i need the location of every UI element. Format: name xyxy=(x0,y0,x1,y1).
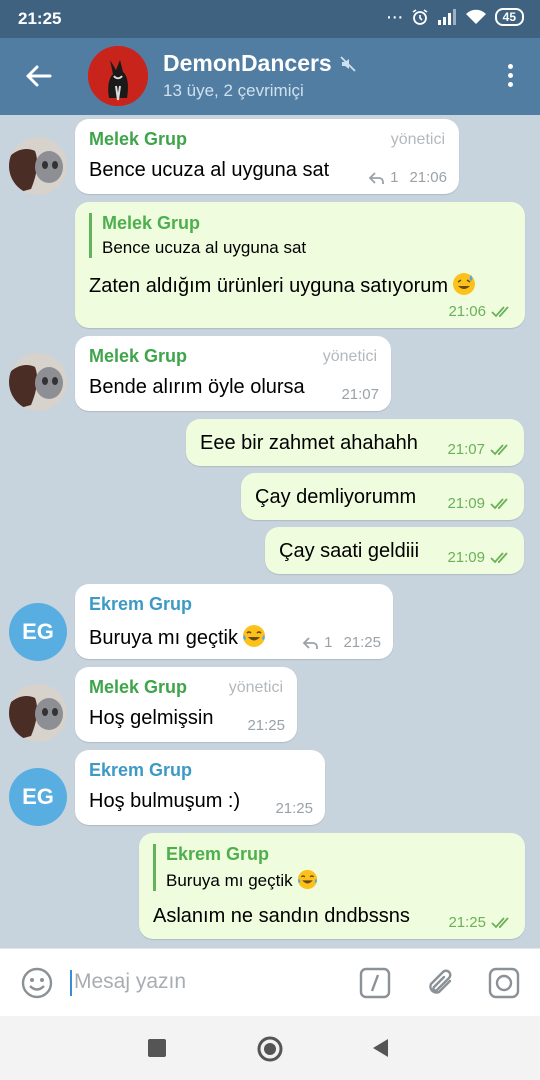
group-subtitle: 13 üye, 2 çevrimiçi xyxy=(163,81,304,100)
message-text: Eee bir zahmet ahahahh xyxy=(200,432,418,454)
message-text: Zaten aldığım ürünleri uyguna satıyorum xyxy=(89,272,476,298)
quote-text: Buruya mı geçtik xyxy=(166,869,318,891)
message-meta: 21:09 xyxy=(447,495,512,512)
admin-badge: yönetici xyxy=(322,348,377,365)
message-bubble[interactable]: Ekrem Grup Hoş bulmuşum :) 21:25 xyxy=(75,750,325,825)
message-meta: 21:09 xyxy=(447,549,512,566)
reply-count: 1 xyxy=(324,634,333,651)
avatar-melek[interactable] xyxy=(9,137,67,195)
message-bubble[interactable]: Melek Grup yönetici Hoş gelmişsin 21:25 xyxy=(75,667,297,742)
message-text: Bence ucuza al uyguna sat xyxy=(89,159,330,181)
text-cursor xyxy=(70,970,72,996)
message-text: Çay demliyorumm xyxy=(255,486,417,508)
sender-name[interactable]: Ekrem Grup xyxy=(89,760,192,781)
message-text: Çay saati geldiii xyxy=(279,540,420,562)
message-bubble-out[interactable]: Ekrem Grup Buruya mı geçtik Aslanım ne s… xyxy=(139,833,525,939)
recent-apps-icon[interactable] xyxy=(148,1039,166,1057)
sender-name[interactable]: Melek Grup xyxy=(89,346,187,367)
message-bubble-out[interactable]: Çay saati geldiii 21:09 xyxy=(265,527,524,574)
message-bubble[interactable]: Melek Grup yönetici Bende alırım öyle ol… xyxy=(75,336,391,411)
message-bubble-out[interactable]: Melek Grup Bence ucuza al uyguna sat Zat… xyxy=(75,202,525,328)
back-arrow-icon[interactable] xyxy=(22,60,54,92)
message-meta: 21:25 xyxy=(448,914,513,931)
chat-area[interactable]: Melek Grup yönetici Bence ucuza al uygun… xyxy=(0,115,540,948)
admin-badge: yönetici xyxy=(228,679,283,696)
sender-name[interactable]: Ekrem Grup xyxy=(89,594,192,615)
message-time: 21:06 xyxy=(448,303,486,320)
message-time: 21:25 xyxy=(247,717,285,734)
home-icon[interactable] xyxy=(257,1036,283,1062)
reply-count: 1 xyxy=(390,169,399,186)
message-bubble[interactable]: Melek Grup yönetici Bence ucuza al uygun… xyxy=(75,119,459,194)
message-text: Hoş bulmuşum :) xyxy=(89,790,241,812)
sender-name[interactable]: Melek Grup xyxy=(89,129,187,150)
message-text: Aslanım ne sandın dndbssns xyxy=(153,905,410,927)
group-avatar[interactable] xyxy=(88,46,148,106)
message-bubble[interactable]: Ekrem Grup Buruya mı geçtik 1 21:25 xyxy=(75,584,393,659)
quote-text: Bence ucuza al uyguna sat xyxy=(102,238,307,257)
chat-header: DemonDancers 13 üye, 2 çevrimiçi xyxy=(0,38,540,115)
message-time: 21:07 xyxy=(447,441,485,458)
avatar-melek[interactable] xyxy=(9,684,67,742)
bot-command-icon[interactable] xyxy=(359,967,391,999)
wifi-icon xyxy=(465,9,486,24)
message-text: Bende alırım öyle olursa xyxy=(89,376,305,398)
message-meta: 1 21:06 xyxy=(368,169,447,186)
reply-icon xyxy=(368,171,385,184)
read-checkmarks-icon xyxy=(490,497,508,509)
avatar-ekrem[interactable]: EG xyxy=(9,768,67,826)
clock: 21:25 xyxy=(18,9,62,28)
message-meta: 21:07 xyxy=(341,386,379,403)
more-options-icon[interactable] xyxy=(506,64,514,90)
alarm-icon xyxy=(412,9,428,25)
read-checkmarks-icon xyxy=(490,443,508,455)
battery-indicator: 45 xyxy=(494,8,524,26)
system-nav-bar xyxy=(0,1016,540,1080)
message-text: Hoş gelmişsin xyxy=(89,707,214,729)
avatar-melek[interactable] xyxy=(9,353,67,411)
nav-back-icon[interactable] xyxy=(370,1037,390,1059)
signal-icon xyxy=(437,9,456,25)
message-time: 21:06 xyxy=(409,169,447,186)
message-time: 21:25 xyxy=(275,800,313,817)
quote-sender: Melek Grup xyxy=(102,213,201,233)
more-notifications-icon: ··· xyxy=(385,6,404,28)
message-input[interactable]: Mesaj yazın xyxy=(70,968,330,998)
message-bubble-out[interactable]: Çay demliyorumm 21:09 xyxy=(241,473,524,520)
message-input-bar: Mesaj yazın xyxy=(0,948,540,1016)
camera-icon[interactable] xyxy=(488,967,520,999)
message-meta: 21:06 xyxy=(448,303,513,320)
attach-icon[interactable] xyxy=(425,965,457,1001)
reply-quote[interactable]: Melek Grup Bence ucuza al uyguna sat xyxy=(89,213,306,258)
message-time: 21:25 xyxy=(448,914,486,931)
emoji-icon[interactable] xyxy=(21,967,53,999)
avatar-ekrem[interactable]: EG xyxy=(9,603,67,661)
message-meta: 21:07 xyxy=(447,441,512,458)
admin-badge: yönetici xyxy=(390,131,445,148)
tears-of-joy-emoji-icon xyxy=(297,869,317,890)
quote-sender: Ekrem Grup xyxy=(166,844,270,864)
message-bubble-out[interactable]: Eee bir zahmet ahahahh 21:07 xyxy=(186,419,524,466)
sender-name[interactable]: Melek Grup xyxy=(89,677,187,698)
group-title[interactable]: DemonDancers xyxy=(163,50,332,77)
message-time: 21:25 xyxy=(343,634,381,651)
reply-icon xyxy=(302,636,319,649)
message-time: 21:09 xyxy=(447,549,485,566)
read-checkmarks-icon xyxy=(491,916,509,928)
read-checkmarks-icon xyxy=(491,305,509,317)
status-bar: 21:25 ··· 45 xyxy=(0,0,540,38)
message-time: 21:09 xyxy=(447,495,485,512)
message-time: 21:07 xyxy=(341,386,379,403)
read-checkmarks-icon xyxy=(490,551,508,563)
sweat-smile-emoji-icon xyxy=(453,273,476,295)
muted-icon xyxy=(340,56,356,72)
message-input-placeholder: Mesaj yazın xyxy=(74,970,187,993)
message-meta: 1 21:25 xyxy=(302,634,381,651)
reply-quote[interactable]: Ekrem Grup Buruya mı geçtik xyxy=(153,844,318,891)
tears-of-joy-emoji-icon xyxy=(242,625,265,647)
message-text: Buruya mı geçtik xyxy=(89,624,266,650)
message-meta: 21:25 xyxy=(247,717,285,734)
message-meta: 21:25 xyxy=(275,800,313,817)
